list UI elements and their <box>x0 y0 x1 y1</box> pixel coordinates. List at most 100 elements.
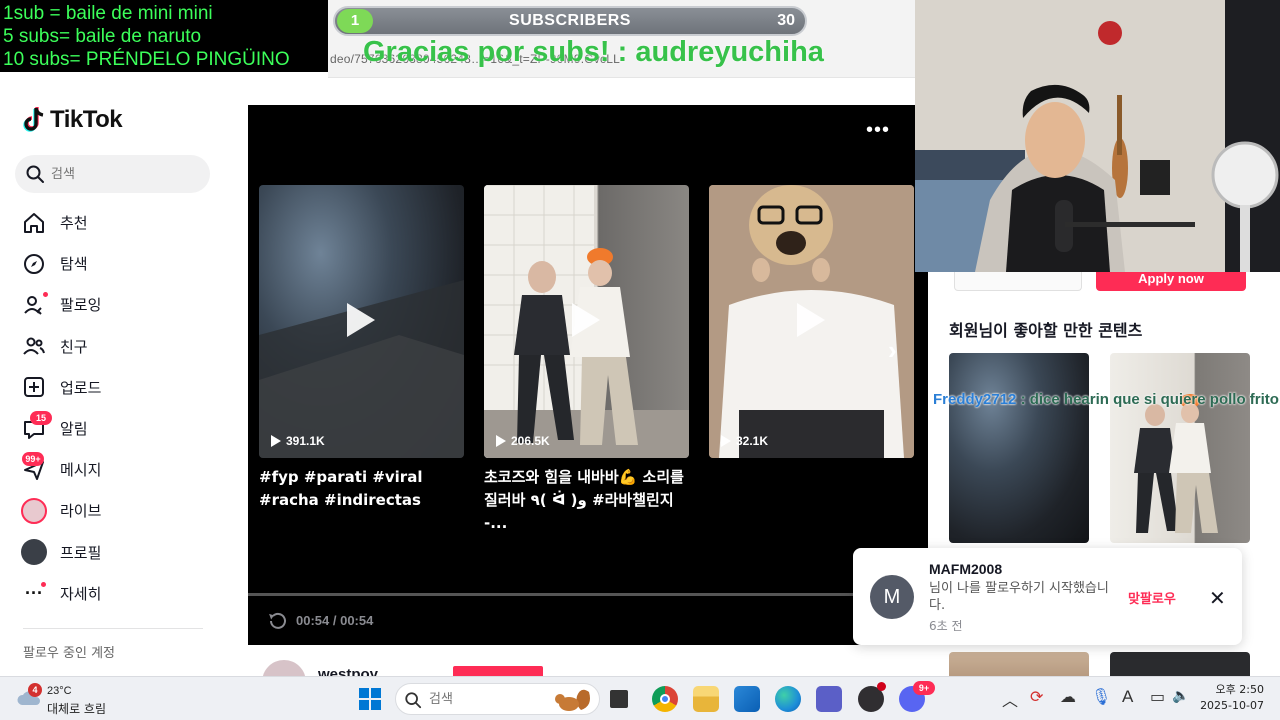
windows-start-icon[interactable] <box>358 687 382 711</box>
sidebar-item-messages[interactable]: 99+ 메시지 <box>20 449 220 490</box>
view-count-text: 32.1K <box>736 434 769 448</box>
notification-avatar[interactable]: M <box>870 575 914 619</box>
notification-username[interactable]: MAFM2008 <box>929 561 1002 577</box>
recommended-video[interactable] <box>1110 353 1250 543</box>
video-card[interactable]: 32.1K <box>709 185 914 458</box>
tiktok-logo[interactable]: TikTok <box>22 106 123 134</box>
following-accounts-title: 팔로우 중인 계정 <box>23 646 115 661</box>
live-avatar-icon <box>20 497 48 525</box>
ime-icon[interactable]: A <box>1122 687 1133 707</box>
file-explorer-icon[interactable] <box>693 686 719 712</box>
sidebar-item-label: 자세히 <box>60 584 102 603</box>
progress-bar[interactable] <box>248 593 928 596</box>
view-count: 206.5K <box>496 434 550 448</box>
teams-icon[interactable] <box>816 686 842 712</box>
rule-line-2: 5 subs= baile de naruto <box>3 26 202 47</box>
weather-alert-badge: 4 <box>28 683 42 697</box>
video-player[interactable]: ••• 391.1K 206.5K 32.1K #fyp #parati #vi… <box>248 105 928 645</box>
sidebar-item-label: 친구 <box>60 337 88 356</box>
thanks-banner: Gracias por subs! : audreyuchiha <box>363 36 824 68</box>
follow-notification[interactable]: M MAFM2008 님이 나를 팔로우하기 시작했습니다. 6초 전 맞팔로우… <box>853 548 1242 645</box>
promo-card[interactable] <box>954 271 1082 291</box>
discord-icon[interactable]: 9+ <box>899 681 935 712</box>
mic-icon[interactable]: 🎙 <box>1091 687 1111 707</box>
compass-icon <box>20 250 48 278</box>
view-count: 32.1K <box>721 434 768 448</box>
replay-icon[interactable] <box>268 611 288 631</box>
network-icon[interactable]: ☁ <box>1060 687 1076 707</box>
view-count-text: 391.1K <box>286 434 325 448</box>
follow-back-button[interactable]: 맞팔로우 <box>1128 588 1176 607</box>
next-arrow-icon[interactable]: › <box>888 335 897 366</box>
subscriber-goal: 30 <box>777 12 795 29</box>
chat-username: Freddy2712 <box>933 391 1017 408</box>
sidebar-nav: 추천 탐색 팔로잉 친구 업로드 15 알림 99+ 메시지 라이브 프로필 ·… <box>20 202 220 614</box>
stream-rules-overlay: 1sub = baile de mini mini 5 subs= baile … <box>0 0 328 72</box>
taskbar-search[interactable] <box>395 683 600 715</box>
video-caption[interactable]: #fyp #parati #viral #racha #indirectas <box>259 466 469 512</box>
sidebar-divider <box>23 628 203 629</box>
views-play-icon <box>721 435 731 447</box>
webcam-feed <box>915 0 1280 272</box>
inbox-icon: 15 <box>20 410 52 443</box>
taskbar-search-input[interactable] <box>429 690 519 708</box>
message-badge: 99+ <box>22 451 44 466</box>
sidebar-item-profile[interactable]: 프로필 <box>20 532 220 573</box>
video-card[interactable]: 206.5K <box>484 185 689 458</box>
play-icon <box>797 303 825 337</box>
sidebar-item-following[interactable]: 팔로잉 <box>20 284 220 325</box>
system-clock[interactable]: 오후 2:50 2025-10-07 <box>1196 682 1264 714</box>
home-icon <box>20 209 48 237</box>
search-icon <box>26 165 44 183</box>
sidebar-item-label: 탐색 <box>60 255 88 274</box>
more-options-icon[interactable]: ••• <box>866 119 890 142</box>
store-icon[interactable] <box>734 686 760 712</box>
sidebar-item-foryou[interactable]: 추천 <box>20 202 220 243</box>
video-caption[interactable]: 초코즈와 힘을 내바바💪 소리를 질러바 ٩( ᐛ )و #라바챌린지 -... <box>484 466 689 535</box>
sidebar-item-inbox[interactable]: 15 알림 <box>20 408 220 449</box>
recommended-video[interactable] <box>1110 652 1250 676</box>
edge-icon[interactable] <box>775 686 801 712</box>
discord-badge: 9+ <box>913 681 935 695</box>
chrome-icon[interactable] <box>652 686 678 712</box>
weather-condition: 대체로 흐림 <box>47 702 107 716</box>
tiktok-note-icon <box>23 107 44 132</box>
tiktok-wordmark: TikTok <box>50 106 123 133</box>
speaker-icon[interactable]: 🔈 <box>1172 687 1189 704</box>
apply-now-button[interactable]: Apply now <box>1096 271 1246 291</box>
display-icon[interactable]: ▭ <box>1150 687 1165 707</box>
chat-text: : dice hearin que si quiere pollo frito <box>1020 391 1279 408</box>
sidebar-item-label: 추천 <box>60 214 88 233</box>
temperature: 23°C <box>47 685 72 697</box>
sidebar-item-live[interactable]: 라이브 <box>20 490 220 531</box>
clock-time: 오후 2:50 <box>1215 683 1264 696</box>
sidebar-item-label: 팔로잉 <box>60 296 102 315</box>
sidebar-item-label: 라이브 <box>60 502 102 521</box>
playback-time: 00:54 / 00:54 <box>296 613 374 628</box>
sidebar-item-upload[interactable]: 업로드 <box>20 367 220 408</box>
more-icon: ··· <box>20 579 48 607</box>
sidebar-item-label: 프로필 <box>60 543 102 562</box>
message-icon: 99+ <box>20 451 48 484</box>
recording-dot <box>877 682 886 691</box>
sidebar-search[interactable] <box>15 155 210 193</box>
obs-icon[interactable] <box>858 682 886 712</box>
tray-chevron-icon[interactable]: ︿ <box>1002 687 1018 711</box>
views-play-icon <box>496 435 506 447</box>
video-thumbnail <box>1134 394 1218 533</box>
subscriber-label: SUBSCRIBERS <box>509 12 631 29</box>
search-icon <box>405 692 422 709</box>
search-input[interactable] <box>51 164 201 184</box>
task-view-icon[interactable] <box>610 690 628 708</box>
new-dot <box>41 582 46 588</box>
recommended-video[interactable] <box>949 652 1089 676</box>
close-icon[interactable]: ✕ <box>1209 586 1226 611</box>
sidebar-item-label: 알림 <box>60 420 88 439</box>
sync-icon[interactable]: ⟳ <box>1030 687 1043 707</box>
sidebar-item-more[interactable]: ··· 자세히 <box>20 573 220 614</box>
sidebar-item-friends[interactable]: 친구 <box>20 326 220 367</box>
recommended-video[interactable] <box>949 353 1089 543</box>
profile-avatar-icon <box>20 538 48 566</box>
sidebar-item-explore[interactable]: 탐색 <box>20 243 220 284</box>
video-card[interactable]: 391.1K <box>259 185 464 458</box>
